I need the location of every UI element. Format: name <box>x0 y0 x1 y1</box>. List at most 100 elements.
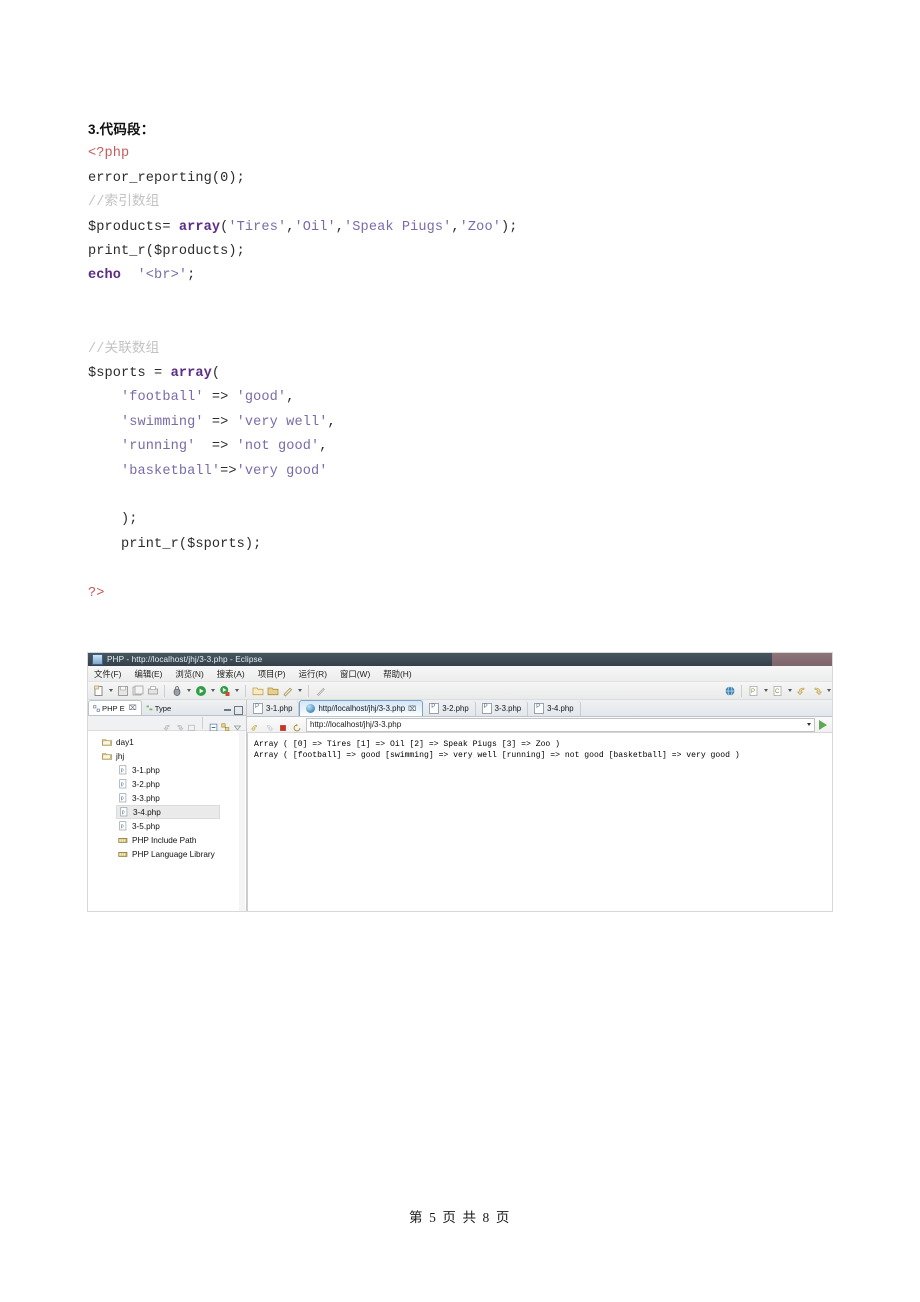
editor-tab-bar: 3-1.php http//localhost/jhj/3-3.php⌧ 3-2.p… <box>247 700 832 717</box>
svg-text:p: p <box>121 767 124 773</box>
external-tools-icon[interactable] <box>281 684 294 697</box>
toolbar-separator <box>245 684 246 697</box>
tree-item-label: 3-2.php <box>132 779 160 789</box>
menu-item-1[interactable]: 文件(F) <box>94 668 121 680</box>
menu-item-3[interactable]: 浏览(N) <box>175 668 203 680</box>
tree-item-3-4-php[interactable]: p 3-4.php <box>116 805 220 819</box>
window-controls[interactable] <box>772 653 832 666</box>
run-as-dropdown-icon[interactable] <box>233 684 240 697</box>
toolbar-separator <box>164 684 165 697</box>
editor-tab-label: 3-2.php <box>442 704 469 713</box>
view-menu-icon[interactable] <box>233 719 242 730</box>
tree-item-3-2-php[interactable]: p 3-2.php <box>88 777 246 791</box>
code-line: <?php <box>88 142 848 166</box>
editor-tab-3[interactable]: 3-2.php <box>423 701 476 716</box>
editor-tab-4[interactable]: 3-3.php <box>476 701 529 716</box>
tree-item-3-3-php[interactable]: p 3-3.php <box>88 791 246 805</box>
run-icon[interactable] <box>194 684 207 697</box>
browser-forward-icon[interactable] <box>264 720 274 732</box>
new-file-icon[interactable] <box>92 684 105 697</box>
tree-item-php-include-path[interactable]: PHP Include Path <box>88 833 246 847</box>
eclipse-toolbar: P C <box>88 682 832 700</box>
browser-stop-icon[interactable] <box>278 720 288 731</box>
close-icon[interactable]: ⌧ <box>408 705 416 713</box>
nav-dropdown-icon[interactable] <box>825 684 832 697</box>
go-button-icon[interactable] <box>819 719 827 730</box>
php-file-icon <box>481 703 492 714</box>
code-token: 'Zoo' <box>459 219 501 235</box>
menu-item-7[interactable]: 窗口(W) <box>340 668 370 680</box>
menu-item-2[interactable]: 编辑(E) <box>134 668 162 680</box>
editor-tab-1[interactable]: 3-1.php <box>247 701 300 716</box>
close-icon[interactable]: ⌧ <box>129 704 137 712</box>
minimize-view-icon[interactable] <box>224 706 231 711</box>
tree-item-3-5-php[interactable]: p 3-5.php <box>88 819 246 833</box>
php-file-icon: p <box>118 779 128 789</box>
new-class-icon[interactable]: C <box>771 684 784 697</box>
menu-item-5[interactable]: 项目(P) <box>258 668 286 680</box>
menu-item-8[interactable]: 帮助(H) <box>383 668 411 680</box>
code-token: <?php <box>88 146 130 162</box>
open-folder-2-icon[interactable] <box>266 684 279 697</box>
pencil-icon[interactable] <box>314 684 327 697</box>
menu-item-6[interactable]: 运行(R) <box>299 668 327 680</box>
run-dropdown-icon[interactable] <box>209 684 216 697</box>
tree-item-3-1-php[interactable]: p 3-1.php <box>88 763 246 777</box>
browser-address-bar: http://localhost/jhj/3-3.php <box>247 717 832 733</box>
explorer-tab-php-e[interactable]: PHP E ⌧ <box>88 700 142 715</box>
forward-arrow-icon[interactable] <box>175 719 184 731</box>
web-browser-icon[interactable] <box>723 684 736 697</box>
editor-tab-2[interactable]: http//localhost/jhj/3-3.php ⌧ <box>299 700 424 716</box>
explorer-tab-label: PHP E <box>102 703 125 713</box>
back-nav-icon[interactable] <box>795 684 808 697</box>
address-value: http://localhost/jhj/3-3.php <box>310 720 402 729</box>
eclipse-workbench: PHP E ⌧ Type day1 jhj p 3-1.php p 3-2.ph… <box>88 700 832 911</box>
folder-icon <box>102 737 112 747</box>
php-file-icon <box>253 703 263 714</box>
svg-text:C: C <box>775 689 780 695</box>
new-class-dropdown-icon[interactable] <box>786 684 793 697</box>
php-file-icon <box>534 703 545 714</box>
link-with-editor-icon[interactable] <box>221 719 230 731</box>
external-tools-dropdown-icon[interactable] <box>296 684 303 697</box>
debug-icon[interactable] <box>170 684 183 697</box>
menu-item-4[interactable]: 搜索(A) <box>217 668 245 680</box>
debug-dropdown-icon[interactable] <box>185 684 192 697</box>
save-icon[interactable] <box>116 684 129 697</box>
code-line: $products= array('Tires','Oil','Speak Pi… <box>88 216 848 240</box>
collapse-all-icon[interactable] <box>209 719 218 731</box>
tree-item-label: PHP Language Library <box>132 849 215 859</box>
code-token: ); <box>500 219 518 235</box>
tree-item-day1[interactable]: day1 <box>88 735 246 749</box>
explorer-tab-type[interactable]: Type <box>142 701 175 715</box>
maximize-view-icon[interactable] <box>234 706 243 715</box>
print-icon[interactable] <box>146 684 159 697</box>
address-input[interactable]: http://localhost/jhj/3-3.php <box>306 717 815 732</box>
tree-item-jhj[interactable]: jhj <box>88 749 246 763</box>
view-tab-buttons <box>224 706 246 715</box>
open-folder-icon[interactable] <box>251 684 264 697</box>
tree-item-label: 3-5.php <box>132 821 160 831</box>
run-as-icon[interactable] <box>218 684 231 697</box>
save-all-icon[interactable] <box>131 684 144 697</box>
code-token: 'good' <box>236 390 287 406</box>
code-token: ); <box>88 512 138 528</box>
new-php-project-icon[interactable]: P <box>747 684 760 697</box>
tree-item-label: 3-4.php <box>133 807 161 817</box>
browser-refresh-icon[interactable] <box>292 720 302 731</box>
tree-vertical-scrollbar[interactable] <box>239 731 245 911</box>
browser-back-icon[interactable] <box>250 720 260 731</box>
back-arrow-icon[interactable] <box>163 719 172 731</box>
editor-tab-5[interactable]: 3-4.php <box>528 701 581 716</box>
chevron-down-icon[interactable] <box>807 723 811 726</box>
project-tree[interactable]: day1 jhj p 3-1.php p 3-2.php p 3-3.php p 3-4.php p… <box>88 731 246 911</box>
tree-item-label: jhj <box>116 751 125 761</box>
new-php-dropdown-icon[interactable] <box>762 684 769 697</box>
new-file-dropdown-icon[interactable] <box>107 684 114 697</box>
up-level-icon[interactable] <box>187 719 196 731</box>
forward-nav-icon[interactable] <box>810 684 823 697</box>
tree-item-php-language-library[interactable]: PHP Language Library <box>88 847 246 861</box>
